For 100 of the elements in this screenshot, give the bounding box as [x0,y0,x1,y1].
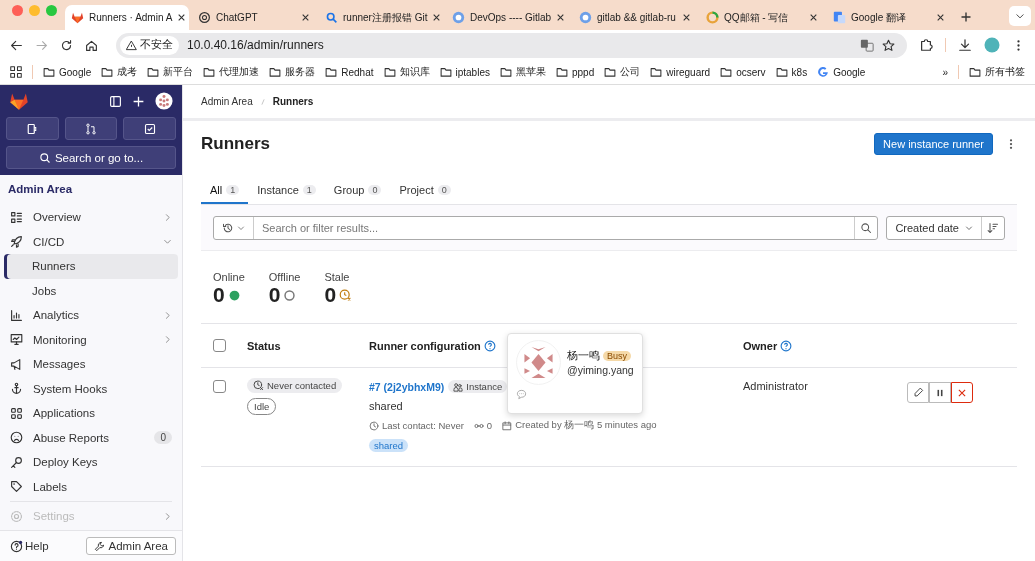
runner-description: shared [369,400,404,412]
clock-icon [369,420,379,431]
bookmark[interactable]: wireguard [650,66,711,78]
close-icon[interactable] [432,13,442,22]
bookmark[interactable]: 代理加速 [203,65,260,79]
close-icon [957,387,967,398]
bookmark[interactable]: ocserv [720,66,766,78]
star-icon[interactable] [882,38,895,52]
filter-tab[interactable]: All 1 [201,176,249,204]
bookmark[interactable]: 服务器 [269,65,316,79]
bookmark[interactable]: 公司 [604,65,641,79]
browser-tab[interactable]: Google 翻译 [827,5,951,30]
status-badge: Never contacted [247,378,343,393]
filter-tab[interactable]: Instance 1 [248,176,325,204]
search-button[interactable]: Search or go to... [6,146,176,169]
translate-icon[interactable] [860,38,874,52]
nav-item[interactable]: CI/CD [4,229,178,254]
bookmark[interactable]: 黑苹果 [499,65,546,79]
close-icon[interactable] [809,13,818,22]
key-icon [10,455,23,469]
bookmark[interactable]: Google [43,66,92,78]
clock-x-icon [253,380,264,391]
nav-item[interactable]: Abuse Reports 0 [4,425,178,450]
browser-tab[interactable]: gitlab && gitlab-ru [573,5,697,30]
home-icon[interactable] [85,38,98,52]
close-icon[interactable] [556,13,566,22]
column-header: Runner configuration [369,339,481,352]
browser-tab[interactable]: runner注册报错 Git [319,5,443,30]
nav-item[interactable]: Messages [4,352,178,377]
folder-icon [720,66,733,78]
close-icon[interactable] [936,13,945,22]
bookmark[interactable]: 成考 [101,65,138,79]
bookmark[interactable]: Redhat [325,66,374,78]
owner-name: Administrator [743,380,809,392]
filter-tab[interactable]: Project 0 [390,176,460,204]
merge-requests-button[interactable] [64,117,118,140]
help-icon[interactable] [780,339,793,352]
download-icon[interactable] [958,38,972,52]
search-bar[interactable]: Search or filter results... [213,215,879,240]
nav-item[interactable]: Jobs [4,278,178,303]
select-all-checkbox[interactable] [213,339,226,352]
filter-tab[interactable]: Group 0 [324,176,391,204]
speech-bubble-icon [516,389,527,400]
browser-tab[interactable]: QQ邮箱 - 写信 [700,5,824,30]
back-arrow-icon[interactable] [10,38,23,52]
new-tab-icon[interactable] [960,11,972,23]
stale-clock-icon [339,288,353,302]
todo-button[interactable] [123,117,176,140]
close-icon[interactable] [177,13,187,22]
nav-item[interactable]: Deploy Keys [4,450,178,475]
wrench-icon [93,540,105,552]
user-avatar-icon[interactable] [155,92,173,110]
last-contact: Last contact: Never [369,420,464,431]
row-checkbox[interactable] [213,380,226,393]
bar-chart-icon [10,308,23,322]
bookmark[interactable]: iptables [439,66,490,78]
breadcrumb-link[interactable]: Admin Area [201,96,253,107]
help-icon[interactable] [483,339,496,352]
new-runner-button[interactable]: New instance runner [874,133,993,155]
bookmark[interactable]: Google [817,66,866,78]
bookmark[interactable]: k8s [775,66,808,78]
nav-item[interactable]: Analytics [4,303,178,328]
status-badge: Busy [603,351,631,361]
history-icon [222,221,234,234]
offline-circle-icon [283,288,297,302]
more-bookmarks-button[interactable]: » [942,66,948,78]
close-icon[interactable] [682,13,691,22]
apps-grid-icon[interactable] [10,66,22,78]
search-icon [860,221,873,234]
security-chip[interactable]: 不安全 [120,35,179,55]
bookmark[interactable]: 新平台 [147,65,194,79]
issues-button[interactable] [6,117,59,140]
nav-item[interactable]: Runners [4,254,178,279]
browser-tab[interactable]: DevOps ---- Gitlab [446,5,570,30]
bookmark[interactable]: 知识库 [383,65,430,79]
pencil-icon [912,387,924,398]
chevron-down-icon [965,223,973,232]
nav-item[interactable]: Applications [4,401,178,426]
extension-icon[interactable] [919,38,933,52]
browser-tab[interactable]: Runners · Admin A [65,5,189,30]
plus-icon[interactable] [132,94,145,108]
close-icon[interactable] [301,13,310,22]
nav-item[interactable]: System Hooks [4,376,178,401]
all-bookmarks-button[interactable]: 所有书签 [969,65,1025,79]
nav-item[interactable]: Labels [4,474,178,499]
help-icon [10,539,23,553]
sidebar-toggle-icon[interactable] [109,94,122,108]
pause-button[interactable] [929,382,951,403]
runner-link[interactable]: #7 (2j2ybhxM9) [369,380,445,393]
reload-icon[interactable] [60,38,73,52]
help-button[interactable]: Help [10,539,49,553]
overview-icon [10,210,23,224]
nav-item[interactable]: Overview [4,205,178,230]
delete-button[interactable] [951,382,973,403]
admin-area-button[interactable]: Admin Area [85,537,176,555]
url-field[interactable]: 10.0.40.16/admin/runners [187,38,852,52]
browser-tab[interactable]: ChatGPT [192,5,316,30]
bookmark[interactable]: pppd [555,66,595,78]
gitlab-logo-icon[interactable] [9,91,29,111]
nav-item[interactable]: Monitoring [4,327,178,352]
